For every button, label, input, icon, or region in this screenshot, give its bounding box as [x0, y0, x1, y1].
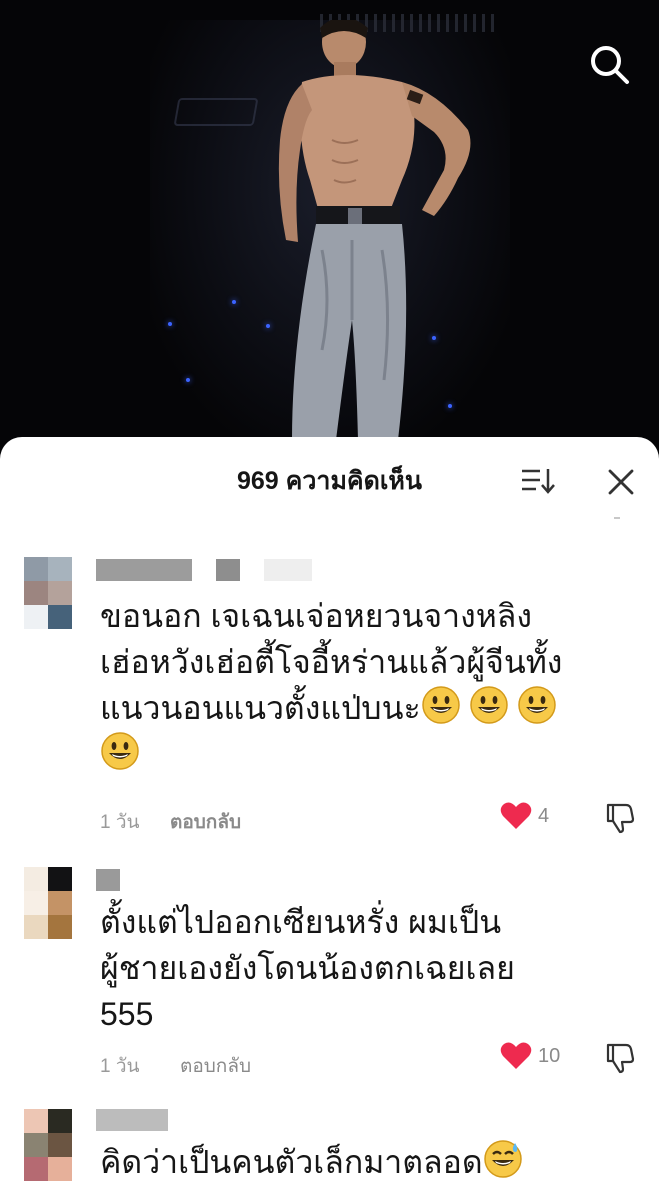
video-player[interactable]: [0, 0, 659, 470]
comment-text: ขอนอก เจเฉนเจ่อหยวนจางหลิง เฮ่อหวังเฮ่อต…: [100, 593, 640, 777]
username-blurred[interactable]: [96, 869, 120, 891]
grinning-sweat-emoji: [483, 1140, 522, 1178]
reply-button[interactable]: ตอบกลับ: [170, 807, 241, 837]
app-screen: 969 ความคิดเห็น ขอนอก เจเฉนเจ่อหยวนจางหล…: [0, 0, 659, 1200]
like-count: 10: [538, 1044, 561, 1067]
heart-icon: [500, 802, 532, 829]
comment-text: คิดว่าเป็นคนตัวเล็กมาตลอด: [100, 1139, 640, 1185]
dislike-button[interactable]: [602, 1039, 638, 1075]
comment-text-content: คิดว่าเป็นคนตัวเล็กมาตลอด: [100, 1144, 483, 1180]
sort-icon: [522, 469, 555, 494]
stage-light: [168, 322, 172, 326]
comment-time: 1 วัน: [100, 812, 140, 833]
grinning-face-emoji: [101, 732, 139, 770]
reply-button[interactable]: ตอบกลับ: [180, 1051, 251, 1081]
comments-header: 969 ความคิดเห็น: [0, 437, 659, 521]
like-button[interactable]: 10: [500, 1039, 580, 1073]
comments-title: 969 ความคิดเห็น: [236, 467, 422, 495]
dislike-button[interactable]: [602, 799, 638, 835]
search-button[interactable]: [585, 40, 633, 88]
grinning-face-emoji: [517, 686, 556, 724]
avatar[interactable]: [24, 1109, 72, 1181]
search-icon: [591, 46, 629, 84]
username-blurred[interactable]: [96, 1109, 168, 1131]
close-icon: [608, 469, 634, 495]
username-blurred: [264, 559, 312, 581]
stage-sign: [173, 98, 259, 126]
stage-light: [186, 378, 190, 382]
sort-button[interactable]: [518, 463, 558, 499]
grinning-face-emoji: [421, 686, 460, 724]
scroll-indicator: [614, 517, 620, 519]
close-button[interactable]: [604, 465, 638, 499]
thumbs-down-icon: [606, 803, 635, 834]
comment-text: ตั้งแต่ไปออกเซียนหรั่ง ผมเป็น ผู้ชายเองย…: [100, 904, 515, 1032]
comments-sheet: 969 ความคิดเห็น ขอนอก เจเฉนเจ่อหยวนจางหล…: [0, 437, 659, 1200]
username-blurred: [216, 559, 240, 581]
avatar[interactable]: [24, 867, 72, 939]
grinning-face-emoji: [469, 686, 508, 724]
stage-light: [232, 300, 236, 304]
username-blurred[interactable]: [96, 559, 192, 581]
comment-time: 1 วัน: [100, 1056, 140, 1077]
like-button[interactable]: 4: [500, 799, 580, 833]
like-count: 4: [538, 804, 550, 827]
performer-figure: [278, 20, 471, 440]
avatar[interactable]: [24, 557, 72, 629]
heart-icon: [500, 1042, 532, 1069]
thumbs-down-icon: [606, 1043, 635, 1074]
